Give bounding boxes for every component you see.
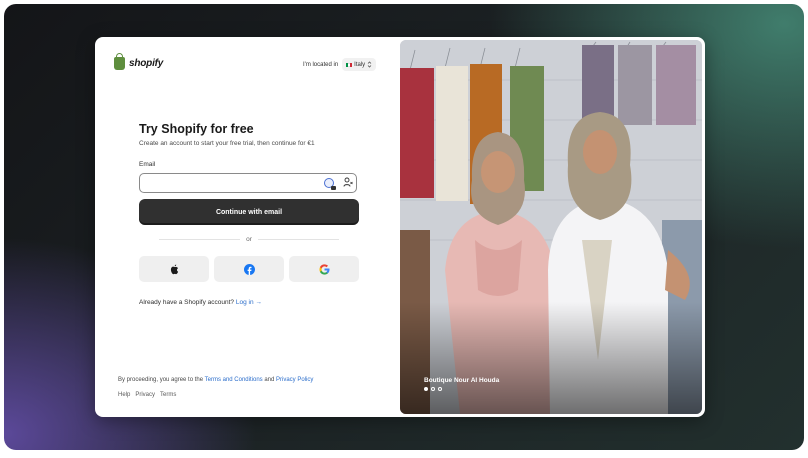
hero-caption: Boutique Nour Al Houda (424, 377, 500, 384)
password-manager-icon[interactable] (324, 178, 336, 190)
terms-link[interactable]: Terms and Conditions (205, 377, 263, 383)
divider-line (159, 239, 241, 240)
hero-photo: Boutique Nour Al Houda (400, 40, 702, 414)
signup-panel: shopify I'm located in Italy Try Shopify… (95, 37, 400, 417)
login-prompt-row: Already have a Shopify account? Log in → (139, 299, 262, 306)
google-icon (318, 263, 329, 275)
facebook-icon (243, 263, 255, 275)
apple-signin-button[interactable] (139, 256, 209, 282)
autofill-person-icon[interactable] (343, 177, 353, 188)
logo-text: shopify (129, 58, 164, 69)
legal-prefix: By proceeding, you agree to the (118, 377, 204, 383)
country-select[interactable]: Italy (342, 58, 377, 71)
facebook-signin-button[interactable] (214, 256, 284, 282)
carousel-dot-2[interactable] (431, 387, 435, 391)
footer-link-privacy[interactable]: Privacy (135, 392, 155, 398)
page-title: Try Shopify for free (139, 122, 254, 136)
footer-link-help[interactable]: Help (118, 392, 130, 398)
google-signin-button[interactable] (289, 256, 359, 282)
apple-icon (170, 264, 178, 274)
privacy-policy-link[interactable]: Privacy Policy (276, 377, 313, 383)
footer-link-terms[interactable]: Terms (160, 392, 176, 398)
divider-label: or (246, 236, 252, 243)
locale-label: I'm located in (303, 61, 339, 68)
footer-links: Help Privacy Terms (118, 392, 176, 398)
country-label: Italy (354, 61, 366, 68)
signup-card: shopify I'm located in Italy Try Shopify… (95, 37, 705, 417)
browser-frame: shopify I'm located in Italy Try Shopify… (4, 4, 804, 450)
shopify-logo[interactable]: shopify (114, 53, 164, 70)
login-link[interactable]: Log in → (236, 299, 262, 306)
login-prompt: Already have a Shopify account? (139, 299, 235, 306)
chevron-updown-icon (367, 61, 372, 68)
shopify-bag-icon (114, 53, 125, 70)
legal-and: and (264, 377, 275, 383)
or-divider: or (159, 236, 339, 243)
hero-illustration (400, 40, 702, 414)
locale-selector: I'm located in Italy (303, 58, 377, 71)
email-label: Email (139, 161, 156, 168)
divider-line (257, 239, 339, 240)
carousel-dots (424, 387, 442, 391)
page-subtitle: Create an account to start your free tri… (139, 140, 315, 147)
carousel-dot-3[interactable] (438, 387, 442, 391)
legal-notice: By proceeding, you agree to the Terms an… (118, 377, 313, 383)
italy-flag-icon (346, 62, 353, 67)
continue-with-email-button[interactable]: Continue with email (139, 199, 359, 225)
carousel-dot-1[interactable] (424, 387, 428, 391)
